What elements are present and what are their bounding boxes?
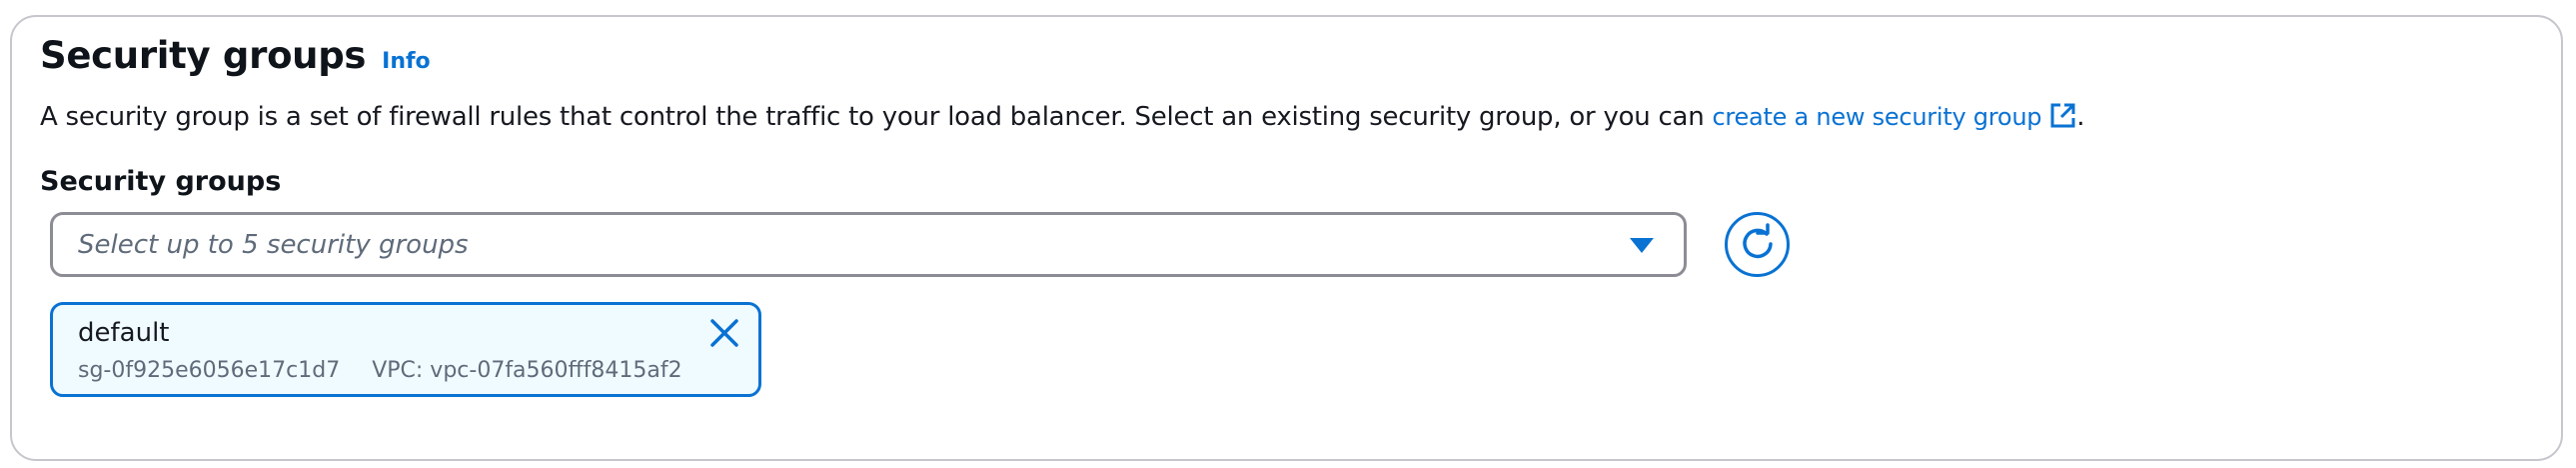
token-group-id: sg-0f925e6056e17c1d7	[78, 358, 341, 383]
selected-security-group-token: default sg-0f925e6056e17c1d7 VPC: vpc-07f…	[50, 302, 761, 397]
caret-down-icon	[1630, 238, 1654, 253]
description-end: .	[2076, 102, 2085, 132]
create-security-group-link-label: create a new security group	[1712, 103, 2042, 131]
token-group-name: default	[78, 318, 170, 348]
select-placeholder: Select up to 5 security groups	[78, 230, 469, 260]
close-icon	[709, 318, 739, 352]
description-text: A security group is a set of firewall ru…	[40, 102, 1713, 132]
remove-token-button[interactable]	[706, 317, 742, 353]
security-groups-select[interactable]: Select up to 5 security groups	[50, 212, 1687, 277]
refresh-button[interactable]	[1725, 212, 1790, 277]
info-link[interactable]: Info	[382, 49, 431, 74]
token-details: sg-0f925e6056e17c1d7 VPC: vpc-07fa560fff8…	[78, 358, 682, 383]
section-title: Security groups	[40, 34, 367, 77]
create-security-group-link[interactable]: create a new security group	[1712, 103, 2076, 131]
external-link-icon	[2049, 102, 2076, 135]
section-description: A security group is a set of firewall ru…	[40, 102, 2085, 135]
token-vpc-id: VPC: vpc-07fa560fff8415af2	[372, 358, 682, 383]
section-header: Security groups Info	[40, 34, 431, 77]
security-groups-field-label: Security groups	[40, 166, 282, 197]
refresh-icon	[1738, 222, 1778, 267]
